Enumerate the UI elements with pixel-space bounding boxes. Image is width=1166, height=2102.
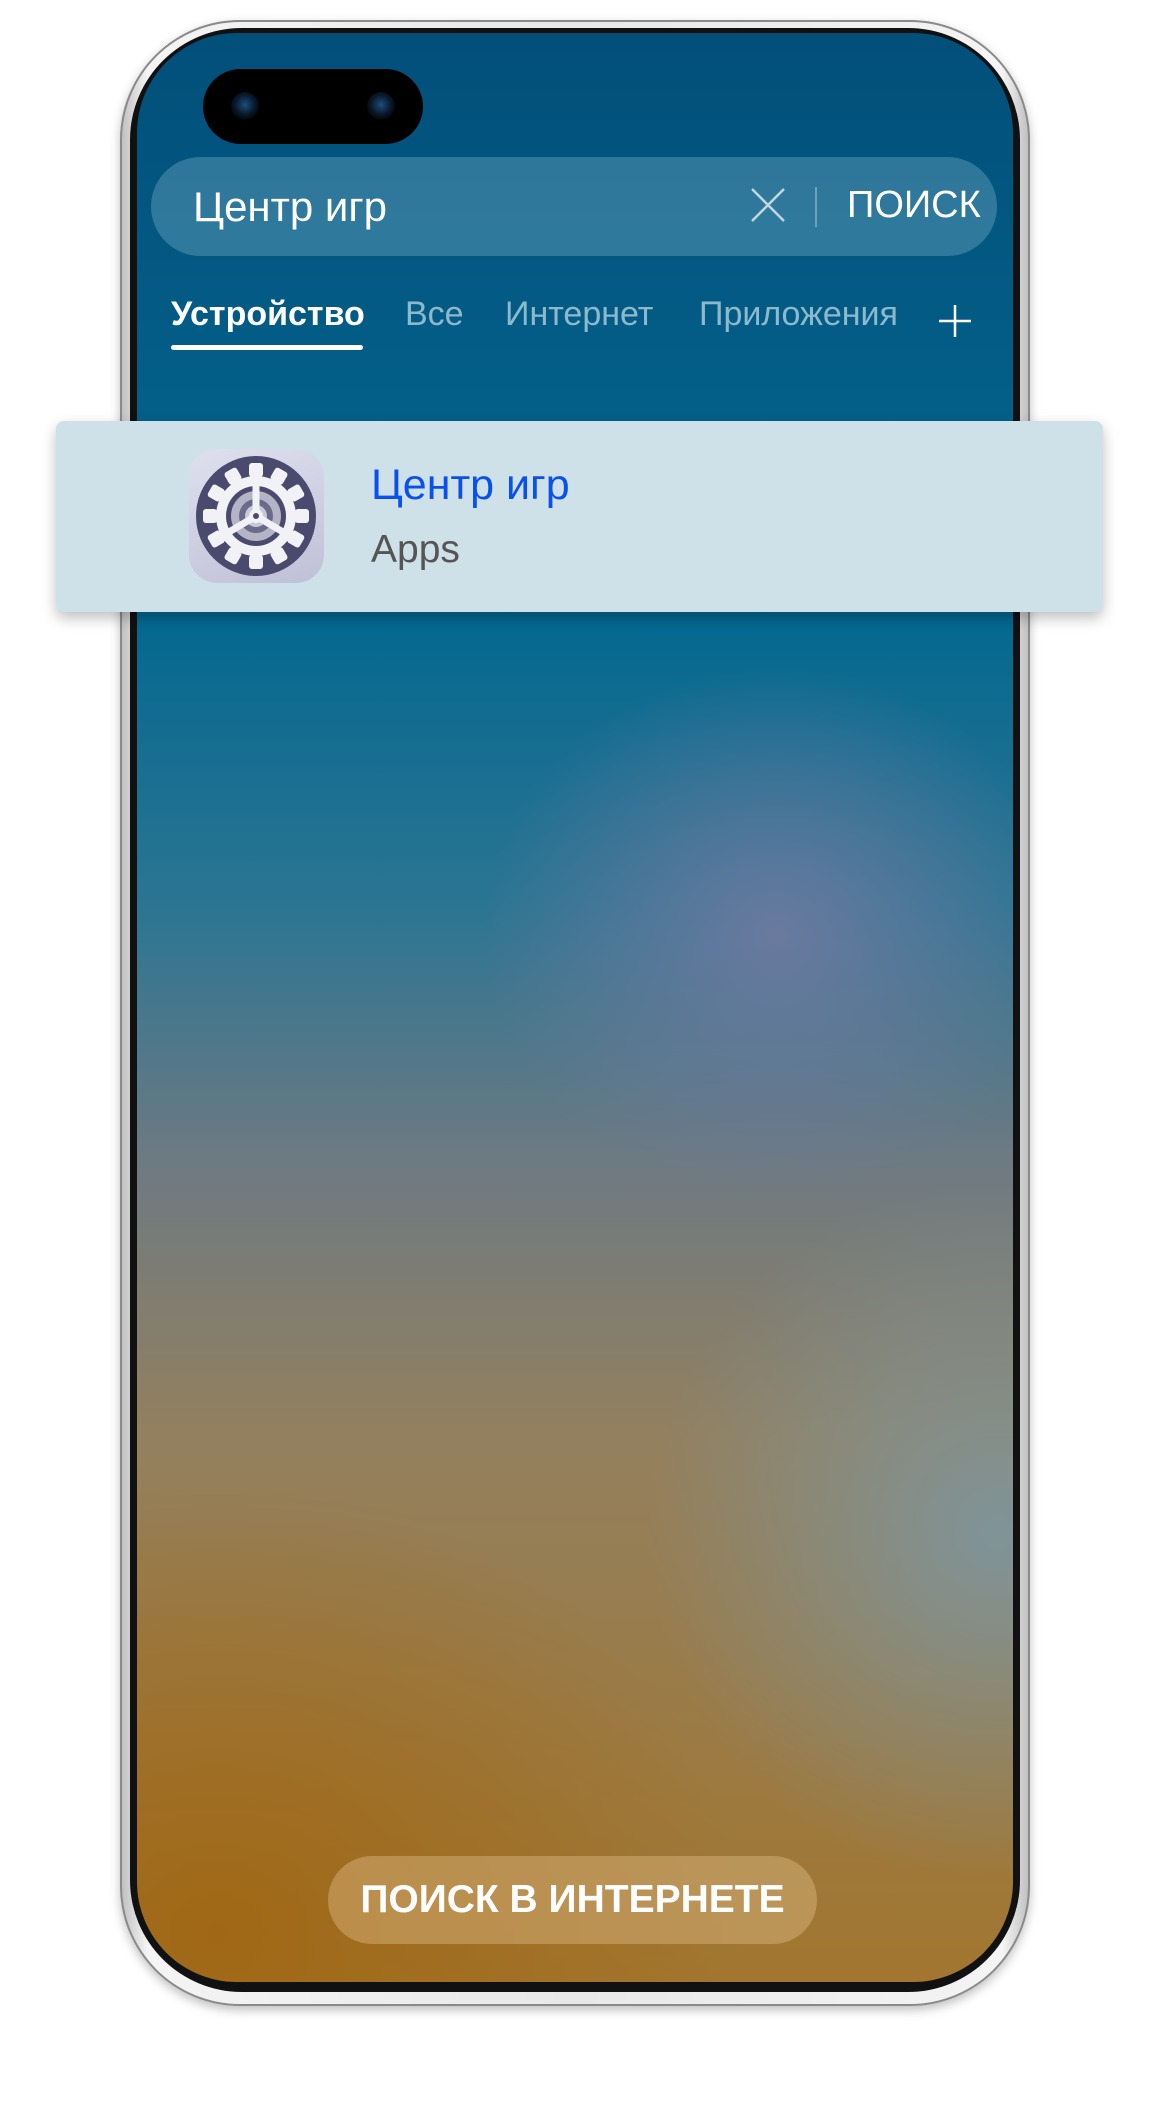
active-tab-indicator [171,345,363,350]
result-category: Apps [371,528,460,571]
game-center-gear-icon [183,443,329,589]
web-search-button[interactable]: ПОИСК В ИНТЕРНЕТЕ [328,1856,817,1944]
tab-all[interactable]: Все [405,295,464,334]
search-input[interactable]: Центр игр [193,183,387,231]
search-button[interactable]: ПОИСК [847,184,981,227]
tab-device[interactable]: Устройство [171,295,365,334]
tab-internet[interactable]: Интернет [505,295,653,334]
search-bar[interactable]: Центр игр ПОИСК [151,157,997,256]
front-camera [203,69,423,144]
result-title: Центр игр [371,461,570,509]
clear-icon[interactable] [748,185,788,225]
camera-lens [367,92,395,120]
add-tab-icon[interactable] [937,303,973,339]
tab-apps[interactable]: Приложения [699,295,907,334]
search-result-item[interactable]: Центр игр Apps [56,421,1103,612]
divider [815,187,817,227]
camera-lens [231,92,259,120]
phone-screen: Центр игр ПОИСК Устройство Все Интернет … [137,33,1013,1982]
